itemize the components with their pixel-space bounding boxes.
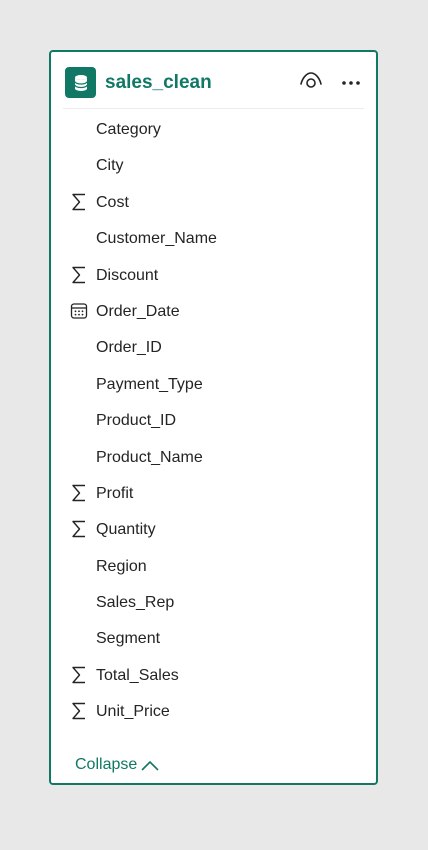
field-item[interactable]: Region [51, 550, 376, 586]
field-label: Unit_Price [96, 703, 170, 721]
visibility-button[interactable] [298, 69, 324, 95]
field-item[interactable]: Quantity [51, 513, 376, 549]
field-list: Category City Cost Customer_Name Discoun… [51, 113, 376, 732]
field-icon-9 [69, 447, 89, 467]
sigma-icon [69, 483, 89, 503]
more-options-icon [341, 73, 361, 91]
database-icon [65, 67, 96, 98]
field-label: Order_ID [96, 339, 162, 357]
field-icon-12 [69, 556, 89, 576]
field-label: Product_ID [96, 412, 177, 430]
field-label: Order_Date [96, 302, 180, 320]
field-icon-7 [69, 374, 89, 394]
field-item[interactable]: Customer_Name [51, 222, 376, 258]
field-item[interactable]: Sales_Rep [51, 586, 376, 622]
header-divider [63, 108, 364, 109]
table-header: sales_clean [51, 52, 376, 109]
field-icon-3 [69, 228, 89, 248]
field-icon-14 [69, 628, 89, 648]
field-icon-8 [69, 410, 89, 430]
table-card: sales_clean Category City Cost Customer_… [49, 50, 378, 785]
field-label: Customer_Name [96, 230, 217, 248]
field-label: Quantity [96, 521, 156, 539]
chevron-up-icon [141, 758, 159, 772]
field-label: Sales_Rep [96, 594, 175, 612]
field-item[interactable]: Unit_Price [51, 695, 376, 731]
field-item[interactable]: City [51, 149, 376, 185]
field-label: Cost [96, 193, 129, 211]
field-icon-1 [69, 155, 89, 175]
eye-icon [299, 70, 323, 95]
field-icon-13 [69, 592, 89, 612]
field-label: Category [96, 121, 161, 138]
field-item[interactable]: Payment_Type [51, 368, 376, 404]
field-label: Total_Sales [96, 666, 179, 684]
field-label: Discount [96, 266, 159, 284]
field-icon-0 [69, 119, 89, 139]
field-item[interactable]: Total_Sales [51, 659, 376, 695]
field-label: Region [96, 557, 147, 575]
sigma-icon [69, 265, 89, 285]
collapse-label: Collapse [75, 756, 138, 773]
field-icon-6 [69, 337, 89, 357]
field-item[interactable]: Category [51, 113, 376, 149]
field-item[interactable]: Profit [51, 477, 376, 513]
calendar-icon [69, 301, 89, 321]
field-label: Payment_Type [96, 375, 203, 393]
field-label: Product_Name [96, 448, 203, 466]
sigma-icon [69, 519, 89, 539]
field-item[interactable]: Order_ID [51, 331, 376, 367]
field-item[interactable]: Product_ID [51, 404, 376, 440]
field-label: Segment [96, 630, 161, 648]
field-item[interactable]: Order_Date [51, 295, 376, 331]
more-options-button[interactable] [338, 69, 364, 95]
sigma-icon [69, 192, 89, 212]
field-label: Profit [96, 484, 134, 502]
sigma-icon [69, 701, 89, 721]
collapse-button[interactable]: Collapse [75, 753, 159, 777]
field-item[interactable]: Product_Name [51, 441, 376, 477]
table-title: sales_clean [105, 72, 212, 93]
field-item[interactable]: Segment [51, 622, 376, 658]
field-item[interactable]: Discount [51, 259, 376, 295]
field-label: City [96, 157, 124, 175]
sigma-icon [69, 665, 89, 685]
field-item[interactable]: Cost [51, 186, 376, 222]
